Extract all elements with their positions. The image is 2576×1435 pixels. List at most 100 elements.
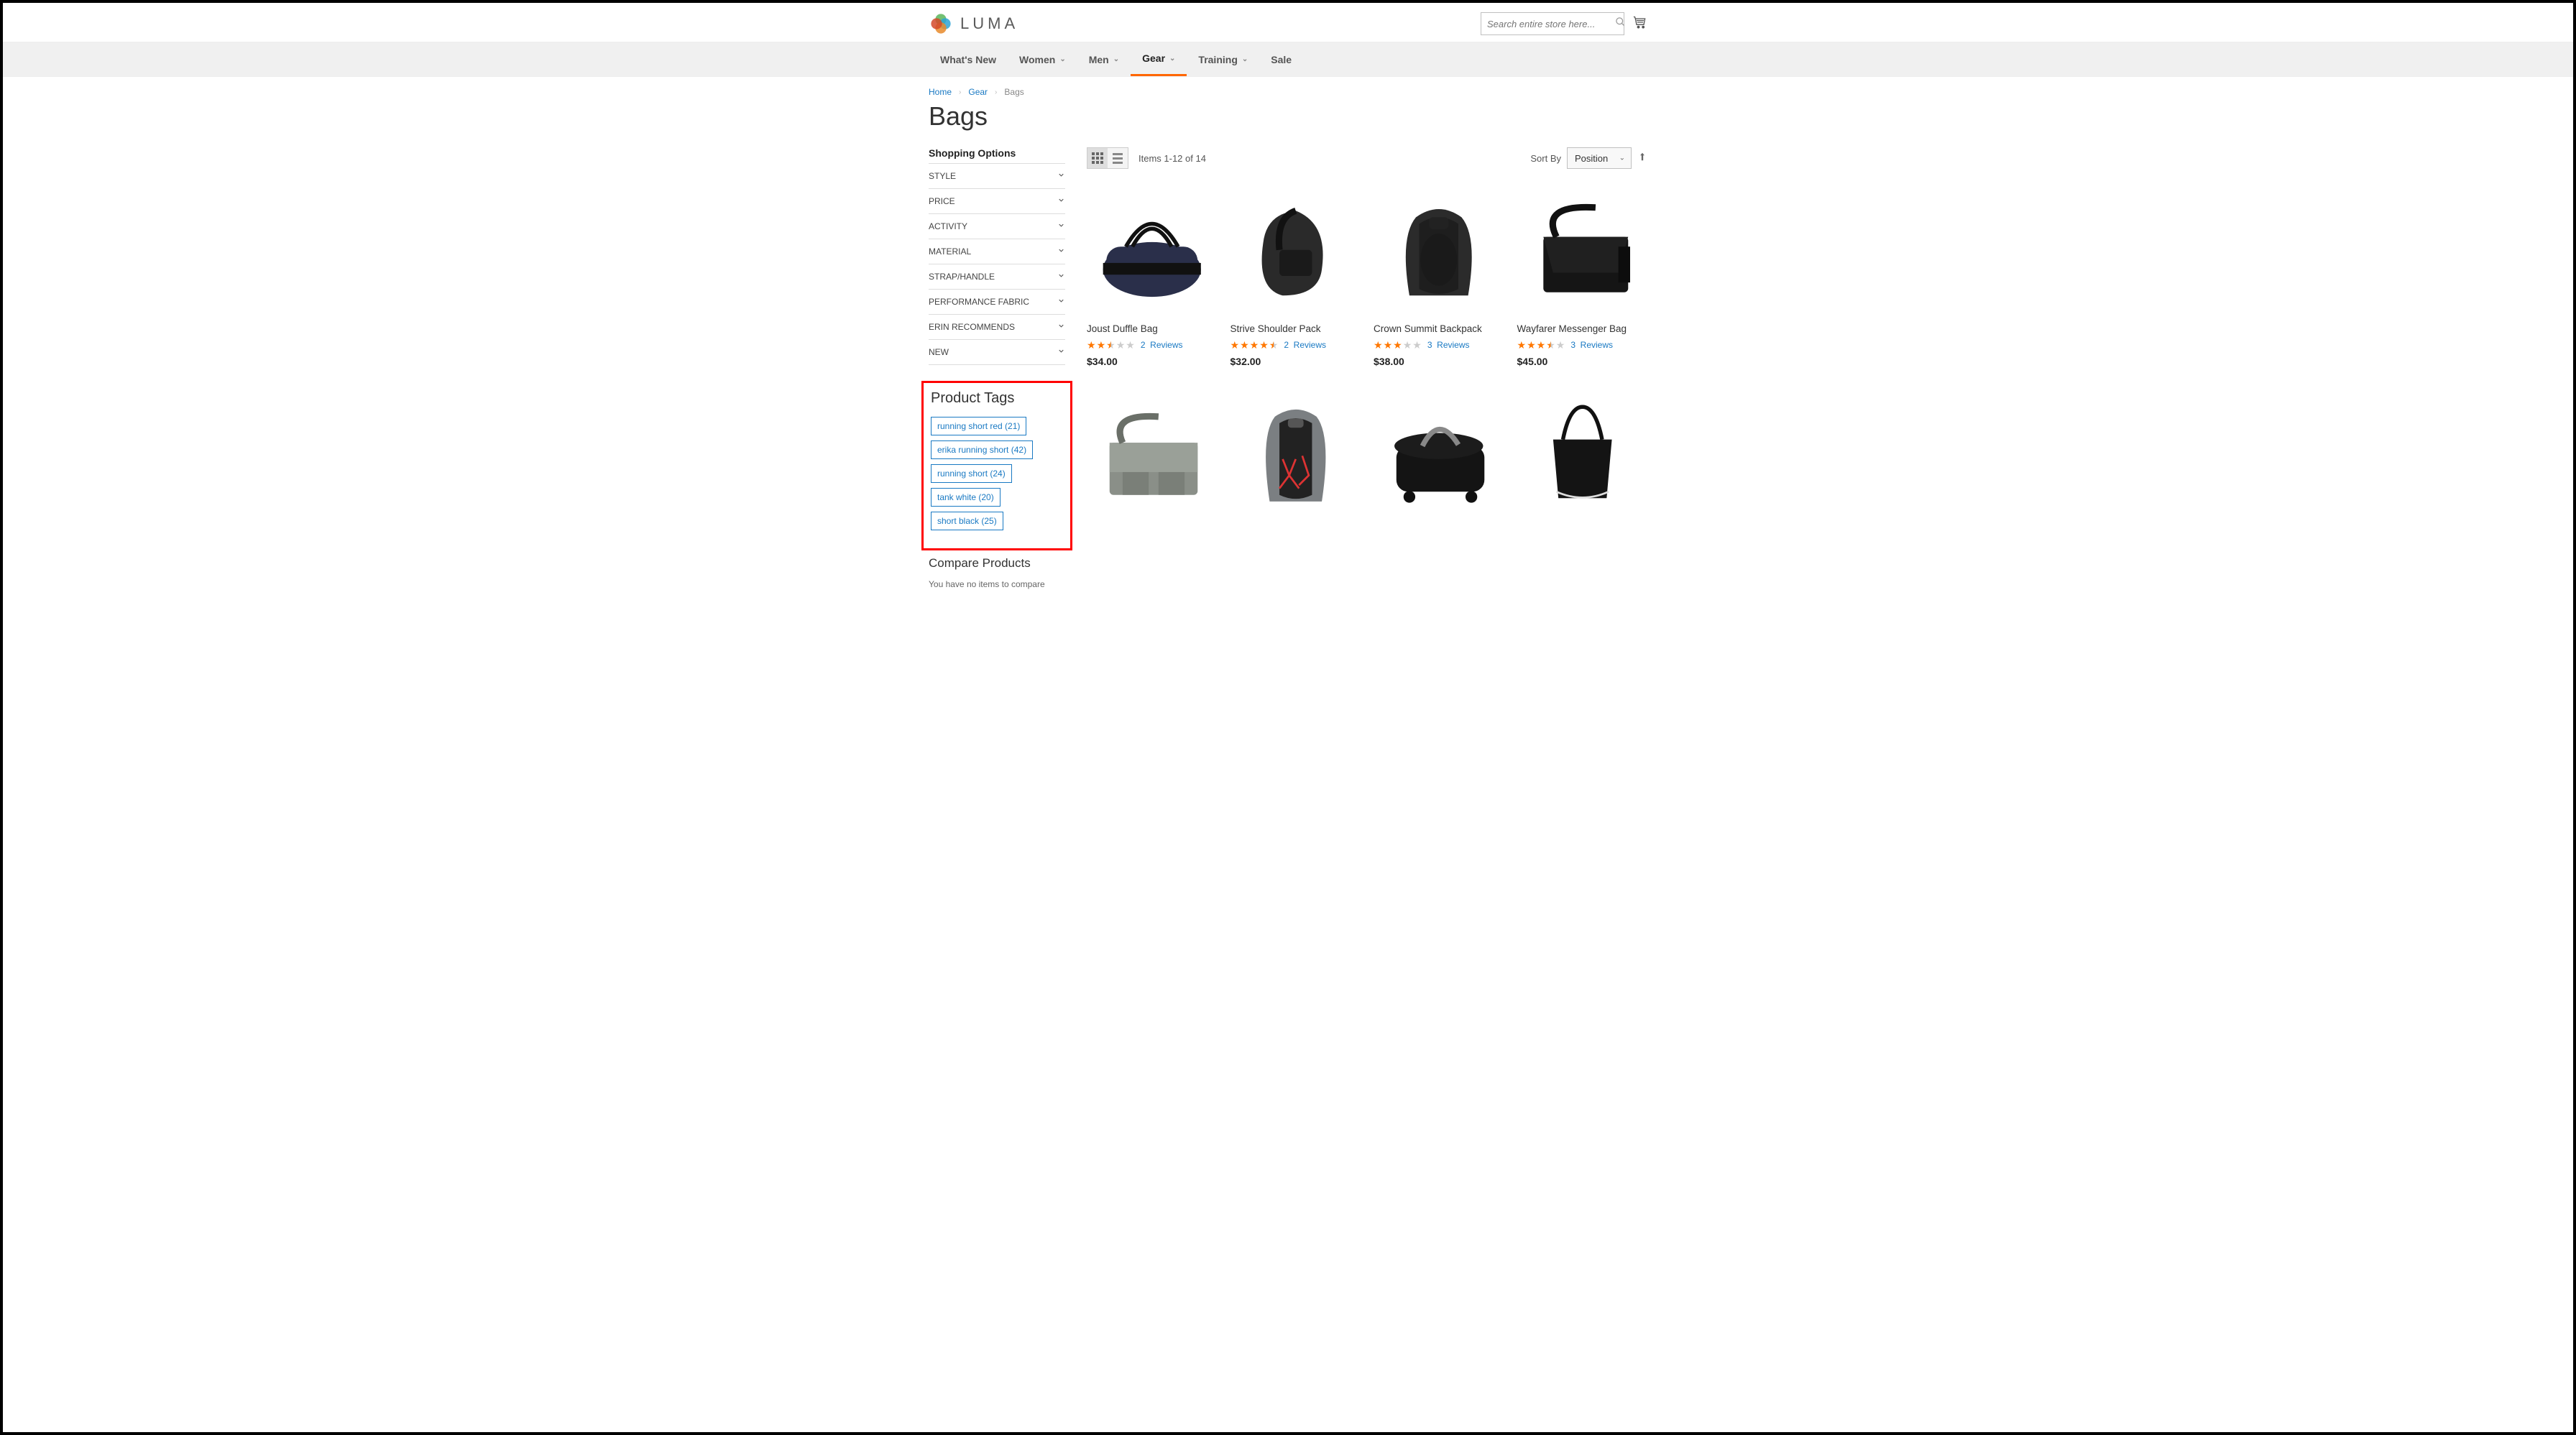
star-icon: ★ (1393, 340, 1402, 350)
nav-item-label: Gear (1142, 52, 1165, 64)
list-view-button[interactable] (1108, 148, 1128, 168)
product-tags-block: Product Tags running short red (21)erika… (921, 381, 1072, 550)
reviews-link[interactable]: 3 Reviews (1570, 340, 1613, 350)
product-tag[interactable]: running short (24) (931, 464, 1012, 483)
grid-view-button[interactable] (1087, 148, 1108, 168)
product-image[interactable] (1374, 182, 1504, 318)
star-icon: ★ (1556, 340, 1565, 350)
view-mode-switcher (1087, 147, 1128, 169)
star-icon: ★ (1240, 340, 1249, 350)
product-image[interactable] (1374, 384, 1504, 521)
product-image[interactable] (1087, 182, 1218, 318)
star-icon: ★ (1116, 340, 1126, 350)
star-rating: ★★★★★ (1517, 340, 1565, 350)
page-title: Bags (929, 101, 1647, 131)
sort-select[interactable]: Position ⌄ (1567, 147, 1632, 169)
filter-material[interactable]: MATERIAL (929, 239, 1065, 264)
product-name[interactable]: Joust Duffle Bag (1087, 323, 1218, 336)
nav-item-men[interactable]: Men ⌄ (1077, 42, 1131, 76)
product-image[interactable] (1230, 384, 1361, 521)
product-image[interactable] (1230, 182, 1361, 318)
product-name[interactable]: Wayfarer Messenger Bag (1517, 323, 1648, 336)
shopping-options-title: Shopping Options (929, 147, 1065, 159)
star-icon: ★ (1087, 340, 1096, 350)
star-rating: ★★★★★ (1230, 340, 1279, 350)
product-tag[interactable]: short black (25) (931, 512, 1003, 530)
star-icon: ★ (1527, 340, 1536, 350)
star-icon: ★ (1097, 340, 1106, 350)
product-card[interactable]: Crown Summit Backpack ★★★★★ 3 Reviews $38.0… (1374, 182, 1504, 367)
nav-item-gear[interactable]: Gear⌄ (1131, 42, 1187, 76)
chevron-down-icon (1057, 246, 1065, 257)
product-tag[interactable]: running short red (21) (931, 417, 1026, 435)
chevron-down-icon (1057, 171, 1065, 181)
nav-item-label: Sale (1271, 54, 1292, 65)
product-card[interactable]: Strive Shoulder Pack★★★★★2 Reviews$32.00 (1230, 182, 1361, 367)
filter-label: PERFORMANCE FABRIC (929, 297, 1029, 307)
reviews-link[interactable]: 3 Reviews (1427, 340, 1470, 350)
sort-direction-button[interactable] (1637, 152, 1647, 165)
product-card[interactable]: Joust Duffle Bag★★★★★2 Reviews$34.00 (1087, 182, 1218, 367)
product-card[interactable] (1374, 384, 1504, 521)
sort-select-value: Position (1575, 153, 1608, 164)
chevron-down-icon (1057, 347, 1065, 357)
chevron-down-icon (1057, 322, 1065, 332)
nav-item-what-s-new[interactable]: What's New (929, 42, 1008, 76)
filter-erin-recommends[interactable]: ERIN RECOMMENDS (929, 314, 1065, 339)
filter-strap-handle[interactable]: STRAP/HANDLE (929, 264, 1065, 289)
star-icon: ★ (1106, 340, 1116, 350)
star-icon: ★ (1230, 340, 1240, 350)
product-price: $38.00 (1374, 356, 1504, 367)
item-count-text: Items 1-12 of 14 (1138, 153, 1206, 164)
cart-icon[interactable] (1633, 15, 1647, 33)
star-rating: ★★★★★ (1374, 340, 1422, 350)
star-icon: ★ (1517, 340, 1527, 350)
product-name[interactable]: Crown Summit Backpack (1374, 323, 1504, 336)
search-icon[interactable] (1615, 17, 1626, 31)
search-box[interactable] (1481, 12, 1624, 35)
star-icon: ★ (1384, 340, 1393, 350)
reviews-link[interactable]: 2 Reviews (1284, 340, 1326, 350)
star-icon: ★ (1259, 340, 1269, 350)
product-card[interactable] (1087, 384, 1218, 521)
filter-style[interactable]: STYLE (929, 163, 1065, 188)
filter-activity[interactable]: ACTIVITY (929, 213, 1065, 239)
product-image[interactable] (1087, 384, 1218, 521)
filter-new[interactable]: NEW (929, 339, 1065, 364)
star-rating: ★★★★★ (1087, 340, 1135, 350)
product-image[interactable] (1517, 182, 1648, 318)
search-input[interactable] (1487, 19, 1615, 29)
sortby-label: Sort By (1530, 153, 1561, 164)
breadcrumb-link[interactable]: Gear (968, 87, 988, 97)
filter-label: PRICE (929, 196, 955, 206)
product-card[interactable] (1517, 384, 1648, 521)
filter-performance-fabric[interactable]: PERFORMANCE FABRIC (929, 289, 1065, 314)
star-icon: ★ (1126, 340, 1135, 350)
filter-price[interactable]: PRICE (929, 188, 1065, 213)
breadcrumb-link[interactable]: Home (929, 87, 952, 97)
product-tag[interactable]: erika running short (42) (931, 440, 1033, 459)
product-card[interactable] (1230, 384, 1361, 521)
star-icon: ★ (1250, 340, 1259, 350)
product-card[interactable]: Wayfarer Messenger Bag ★★★★★ 3 Reviews $45.… (1517, 182, 1648, 367)
filter-label: ERIN RECOMMENDS (929, 322, 1015, 332)
chevron-down-icon: ⌄ (1059, 55, 1065, 63)
nav-item-women[interactable]: Women⌄ (1008, 42, 1077, 76)
filter-label: NEW (929, 347, 949, 357)
chevron-down-icon: ⌄ (1113, 55, 1119, 63)
product-name[interactable]: Strive Shoulder Pack (1230, 323, 1361, 336)
filter-label: MATERIAL (929, 246, 971, 257)
site-logo[interactable]: LUMA (929, 11, 1018, 36)
nav-item-label: Men (1089, 54, 1109, 65)
rating-row: ★★★★★ 3 Reviews (1517, 340, 1648, 350)
nav-item-sale[interactable]: Sale (1259, 42, 1303, 76)
product-price: $34.00 (1087, 356, 1218, 367)
logo-icon (929, 11, 953, 36)
reviews-link[interactable]: 2 Reviews (1141, 340, 1183, 350)
nav-item-training[interactable]: Training⌄ (1187, 42, 1259, 76)
product-price: $45.00 (1517, 356, 1648, 367)
product-image[interactable] (1517, 384, 1648, 521)
star-icon: ★ (1403, 340, 1412, 350)
rating-row: ★★★★★ 2 Reviews (1230, 340, 1361, 350)
product-tag[interactable]: tank white (20) (931, 488, 1000, 507)
